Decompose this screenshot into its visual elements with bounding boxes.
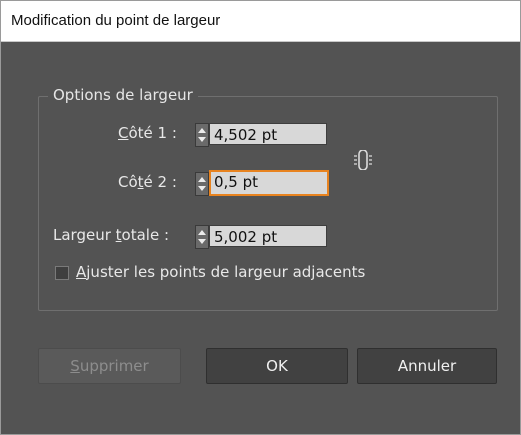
up-arrow-icon[interactable] [198, 230, 206, 235]
up-arrow-icon[interactable] [198, 128, 206, 133]
dialog-title: Modification du point de largeur [11, 12, 221, 29]
cancel-button[interactable]: Annuler [357, 348, 497, 384]
side1-label: Côté 1 : [118, 124, 177, 142]
total-width-input[interactable]: 5,002 pt [209, 225, 327, 247]
link-glyph [354, 149, 372, 171]
width-options-label: Options de largeur [48, 86, 198, 104]
total-width-label: Largeur totale : [53, 226, 170, 244]
ok-button[interactable]: OK [206, 348, 348, 384]
side2-label: Côté 2 : [118, 173, 177, 191]
delete-button[interactable]: Supprimer [38, 348, 181, 384]
up-arrow-icon[interactable] [198, 177, 206, 182]
side1-stepper[interactable] [195, 123, 209, 147]
down-arrow-icon[interactable] [198, 239, 206, 244]
dialog-window: Modification du point de largeur Options… [0, 0, 521, 435]
down-arrow-icon[interactable] [198, 137, 206, 142]
title-bar[interactable]: Modification du point de largeur [1, 1, 520, 42]
side2-stepper[interactable] [195, 172, 209, 196]
link-icon[interactable] [352, 149, 374, 173]
down-arrow-icon[interactable] [198, 186, 206, 191]
side1-input[interactable]: 4,502 pt [209, 123, 327, 145]
total-width-stepper[interactable] [195, 225, 209, 249]
adjust-adjacent-checkbox[interactable] [55, 266, 69, 280]
side2-input[interactable]: 0,5 pt [209, 170, 329, 196]
adjust-adjacent-label[interactable]: Ajuster les points de largeur adjacents [76, 263, 365, 281]
